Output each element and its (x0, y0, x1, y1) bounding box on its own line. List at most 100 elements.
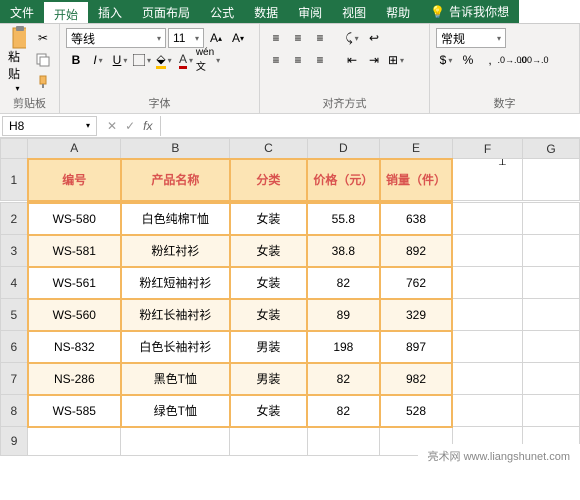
paste-button[interactable]: 粘贴 ▾ (6, 28, 29, 95)
cell[interactable] (452, 267, 522, 299)
tab-view[interactable]: 视图 (332, 0, 376, 23)
increase-font-button[interactable]: A▴ (206, 28, 226, 48)
cell[interactable] (452, 159, 522, 201)
col-header[interactable]: A (28, 139, 121, 159)
increase-indent-button[interactable]: ⇥ (364, 50, 384, 70)
cell[interactable]: 38.8 (307, 235, 380, 267)
decrease-decimal-button[interactable]: .00→.0 (524, 50, 544, 70)
cell[interactable]: WS-581 (28, 235, 121, 267)
cell[interactable] (452, 235, 522, 267)
cell[interactable] (523, 267, 580, 299)
col-header[interactable]: G (523, 139, 580, 159)
cell[interactable] (523, 299, 580, 331)
font-name-select[interactable]: 等线 (66, 28, 166, 48)
tab-layout[interactable]: 页面布局 (132, 0, 200, 23)
cell[interactable] (452, 395, 522, 427)
tab-formula[interactable]: 公式 (200, 0, 244, 23)
number-format-select[interactable]: 常规 (436, 28, 506, 48)
row-header[interactable]: 4 (1, 267, 28, 299)
cell[interactable]: 绿色T恤 (121, 395, 230, 427)
cell[interactable]: 白色长袖衬衫 (121, 331, 230, 363)
cell[interactable]: 女装 (230, 203, 307, 235)
cell[interactable]: 分类 (230, 159, 307, 201)
cell[interactable]: 粉红长袖衬衫 (121, 299, 230, 331)
decrease-indent-button[interactable]: ⇤ (342, 50, 362, 70)
cell[interactable]: 982 (380, 363, 453, 395)
italic-button[interactable]: I (88, 50, 108, 70)
border-button[interactable] (132, 50, 152, 70)
enter-formula-button[interactable]: ✓ (125, 119, 135, 133)
merge-button[interactable]: ⊞ (386, 50, 406, 70)
cell[interactable] (28, 427, 121, 456)
cell[interactable]: 白色纯棉T恤 (121, 203, 230, 235)
cell[interactable]: 892 (380, 235, 453, 267)
cell[interactable]: 55.8 (307, 203, 380, 235)
tab-insert[interactable]: 插入 (88, 0, 132, 23)
cell[interactable]: 329 (380, 299, 453, 331)
tab-help[interactable]: 帮助 (376, 0, 420, 23)
cell[interactable]: 女装 (230, 395, 307, 427)
tab-tell-me[interactable]: 💡告诉我你想 (420, 0, 519, 23)
row-header[interactable]: 6 (1, 331, 28, 363)
cell[interactable]: 男装 (230, 331, 307, 363)
row-header[interactable]: 5 (1, 299, 28, 331)
cell[interactable]: 女装 (230, 235, 307, 267)
col-header[interactable]: E (380, 139, 453, 159)
row-header[interactable]: 8 (1, 395, 28, 427)
cell[interactable]: 528 (380, 395, 453, 427)
tab-review[interactable]: 审阅 (288, 0, 332, 23)
orientation-button[interactable]: ⤹ (342, 28, 362, 48)
cell[interactable]: 男装 (230, 363, 307, 395)
row-header[interactable]: 9 (1, 427, 28, 456)
format-painter-button[interactable] (33, 72, 53, 92)
align-bottom-button[interactable]: ≡ (310, 28, 330, 48)
col-header[interactable]: B (121, 139, 230, 159)
cell[interactable]: WS-585 (28, 395, 121, 427)
font-size-select[interactable]: 11 (168, 28, 204, 48)
wrap-text-button[interactable]: ↩ (364, 28, 384, 48)
row-header[interactable]: 2 (1, 203, 28, 235)
cancel-formula-button[interactable]: ✕ (107, 119, 117, 133)
cell[interactable]: 82 (307, 395, 380, 427)
copy-button[interactable] (33, 50, 53, 70)
decrease-font-button[interactable]: A▾ (228, 28, 248, 48)
bold-button[interactable]: B (66, 50, 86, 70)
cell[interactable]: 89 (307, 299, 380, 331)
cell[interactable] (523, 203, 580, 235)
cell[interactable]: NS-832 (28, 331, 121, 363)
cell[interactable]: 价格（元） (307, 159, 380, 201)
tab-home[interactable]: 开始 (44, 0, 88, 23)
align-middle-button[interactable]: ≡ (288, 28, 308, 48)
row-header[interactable]: 3 (1, 235, 28, 267)
cell[interactable] (523, 395, 580, 427)
cell[interactable] (452, 363, 522, 395)
formula-input[interactable] (160, 116, 580, 136)
fill-color-button[interactable]: ⬙ (154, 50, 174, 70)
cell[interactable]: 女装 (230, 267, 307, 299)
cell[interactable]: WS-580 (28, 203, 121, 235)
cell[interactable]: WS-560 (28, 299, 121, 331)
cell[interactable] (523, 331, 580, 363)
currency-button[interactable]: $ (436, 50, 456, 70)
cell[interactable] (523, 159, 580, 201)
tab-data[interactable]: 数据 (244, 0, 288, 23)
cell[interactable]: 82 (307, 363, 380, 395)
tab-file[interactable]: 文件 (0, 0, 44, 23)
col-header[interactable]: D (307, 139, 380, 159)
cell[interactable]: 编号 (28, 159, 121, 201)
cell[interactable] (307, 427, 380, 456)
underline-button[interactable]: U (110, 50, 130, 70)
row-header[interactable]: 1 (1, 159, 28, 201)
align-center-button[interactable]: ≡ (288, 50, 308, 70)
worksheet[interactable]: A B C D E F G 1 编号 产品名称 分类 价格（元） 销量（件） 2… (0, 138, 580, 468)
cell[interactable] (452, 203, 522, 235)
row-header[interactable]: 7 (1, 363, 28, 395)
name-box[interactable]: H8▾ (2, 116, 97, 136)
cell[interactable]: 粉红衬衫 (121, 235, 230, 267)
cell[interactable]: 762 (380, 267, 453, 299)
cell[interactable]: 粉红短袖衬衫 (121, 267, 230, 299)
cell[interactable]: 女装 (230, 299, 307, 331)
align-right-button[interactable]: ≡ (310, 50, 330, 70)
cell[interactable] (121, 427, 230, 456)
cell[interactable]: WS-561 (28, 267, 121, 299)
